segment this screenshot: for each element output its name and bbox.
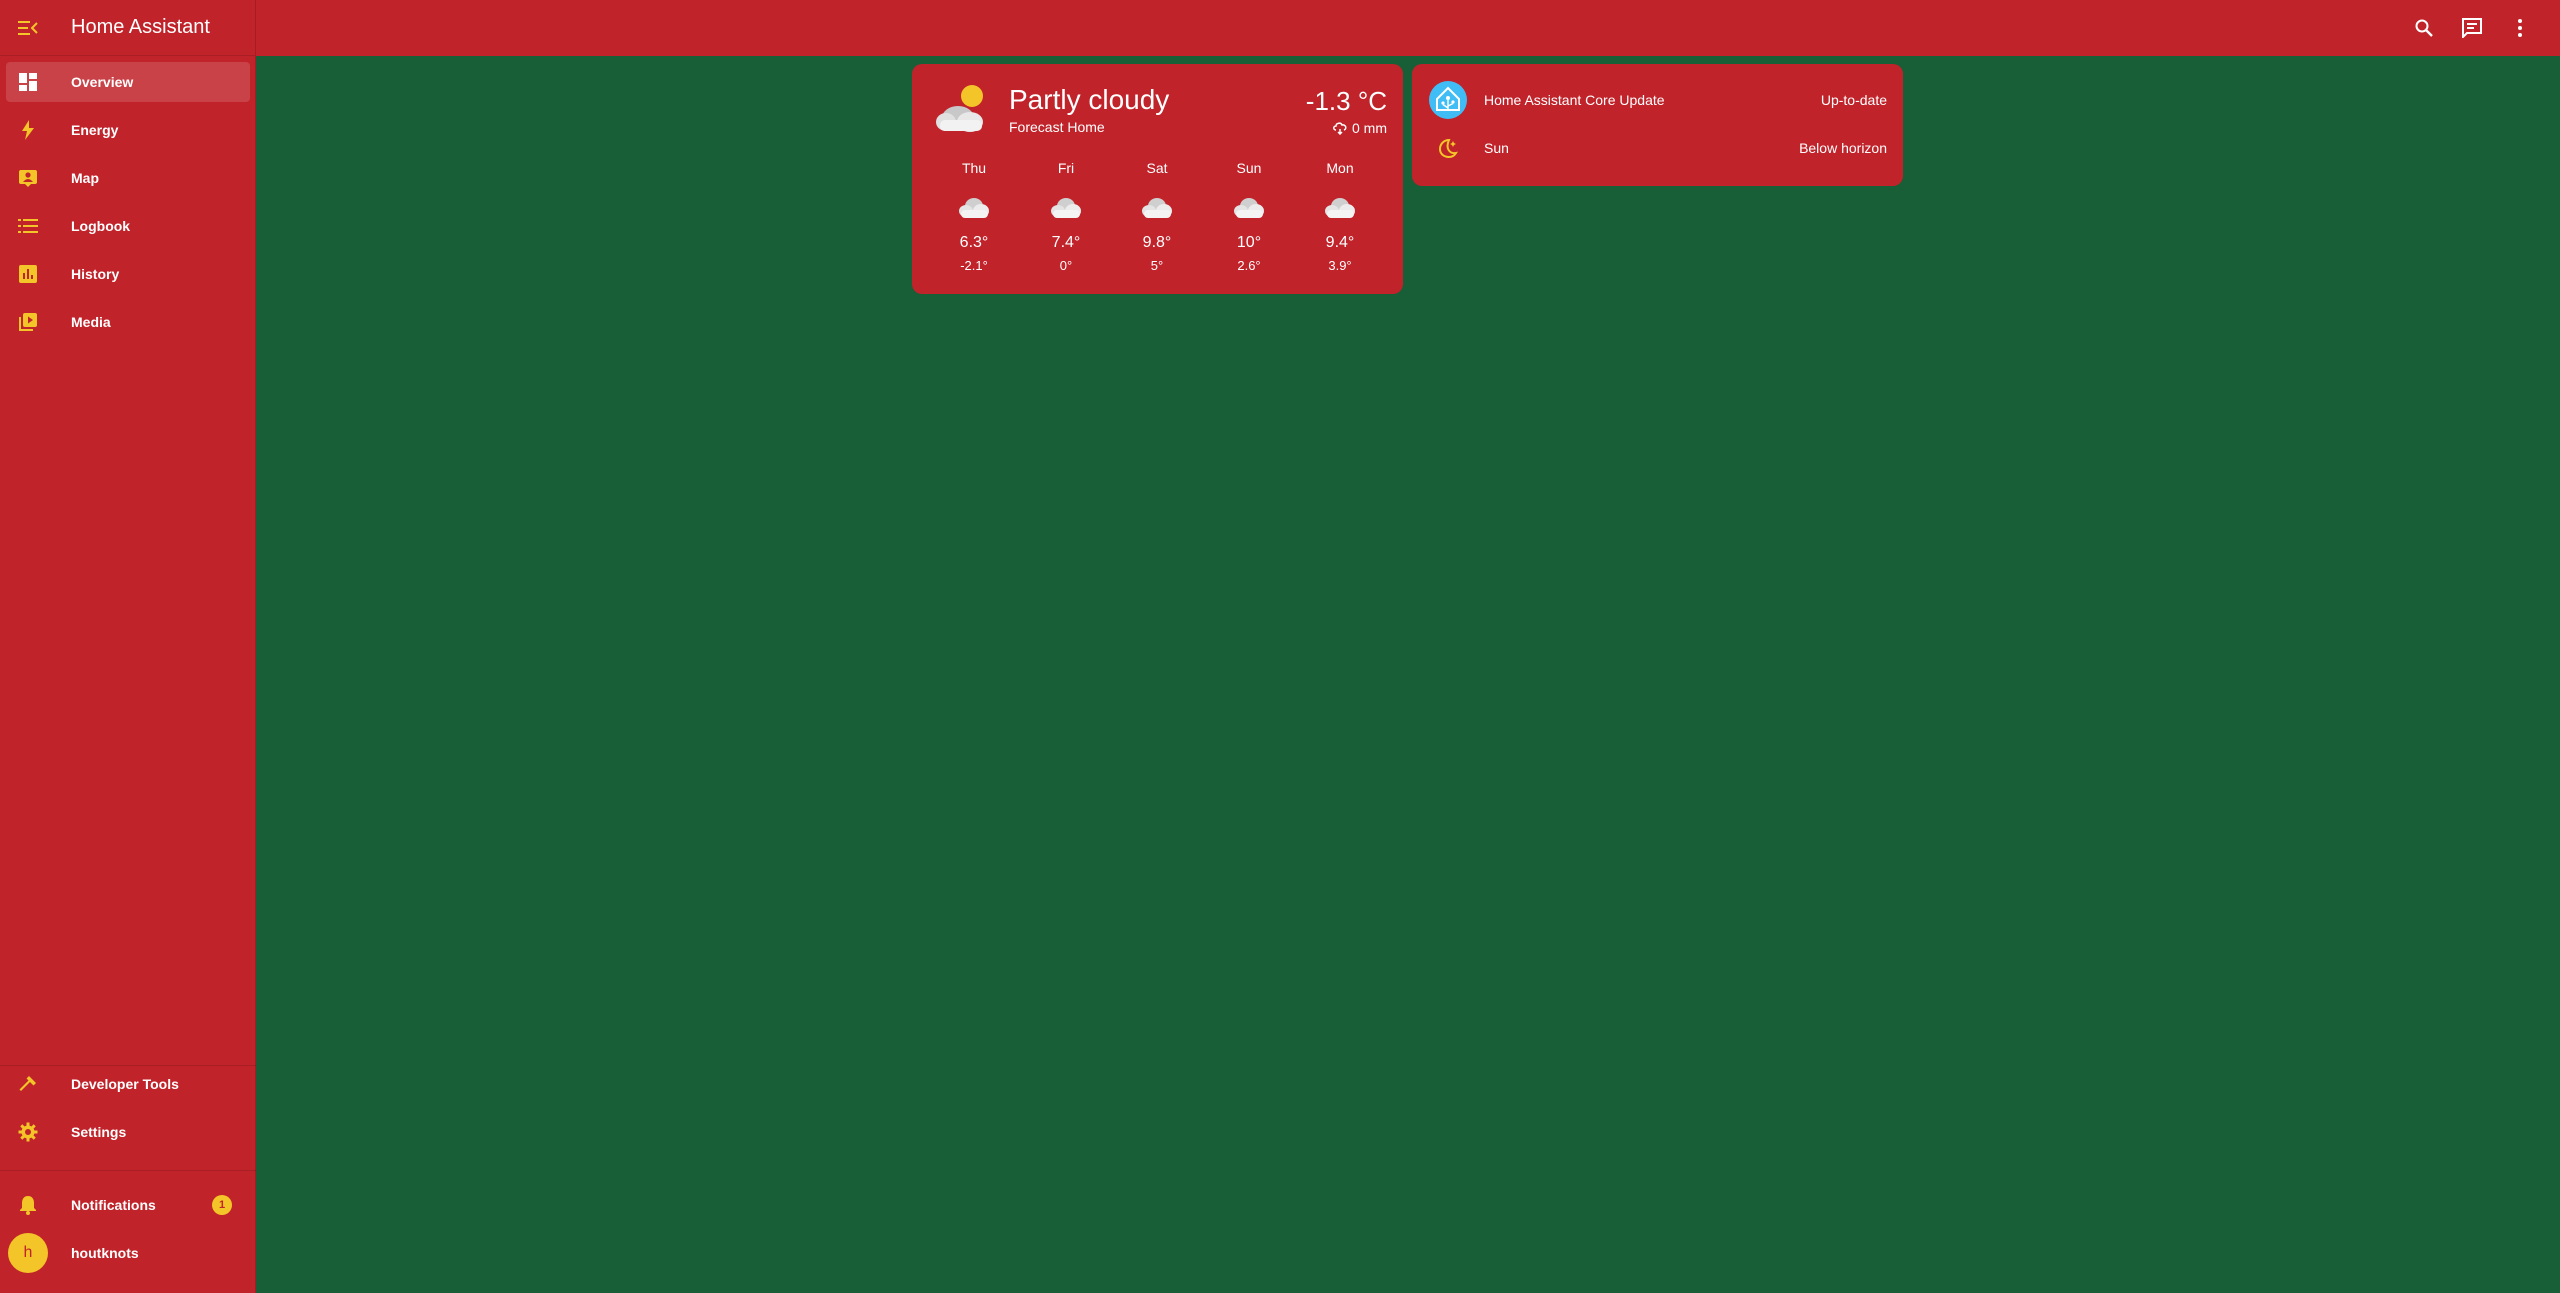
forecast-day-label: Fri [1057,160,1075,176]
forecast-low: -2.1° [960,258,988,273]
cloudy-icon [1234,198,1264,218]
sidebar-item-logbook[interactable]: Logbook [6,206,250,246]
chart-box-icon [16,262,40,286]
forecast-day-label: Mon [1326,160,1354,176]
entity-state: Up-to-date [1820,92,1887,108]
sidebar-item-label: Settings [71,1124,127,1140]
forecast-high: 9.4° [1325,234,1355,251]
sidebar-item-media[interactable]: Media [6,302,250,342]
bell-icon [16,1193,40,1217]
entity-state: Below horizon [1799,140,1887,156]
sidebar-item-label: Developer Tools [71,1076,179,1092]
sidebar-divider [0,1170,256,1171]
hammer-icon [16,1072,40,1096]
cloudy-icon [1142,198,1172,218]
entities-card: Home Assistant Core Update Up-to-date Su… [1412,64,1903,186]
forecast-day-label: Sun [1236,160,1262,176]
cloud-rain-icon [1333,122,1347,135]
sidebar-item-label: Energy [71,122,119,138]
entity-name: Home Assistant Core Update [1484,92,1665,108]
weather-entity-name: Forecast Home [1009,119,1105,135]
forecast-day-label: Sat [1146,160,1168,176]
sidebar-item-developer-tools[interactable]: Developer Tools [6,1064,250,1104]
top-app-bar [256,0,2560,56]
user-name: houtknots [71,1245,139,1261]
cloudy-icon [1325,198,1355,218]
assist-chat-icon[interactable] [2460,16,2484,40]
forecast-high: 7.4° [1051,234,1081,251]
sidebar-item-profile[interactable]: h houtknots [6,1233,250,1273]
menu-collapse-icon[interactable] [16,16,40,40]
sidebar-item-notifications[interactable]: Notifications 1 [6,1185,250,1225]
sidebar-item-history[interactable]: History [6,254,250,294]
weather-temperature: -1.3 °C [1305,86,1387,116]
entity-name: Sun [1484,140,1509,156]
user-avatar: h [8,1233,48,1273]
sidebar-item-map[interactable]: Map [6,158,250,198]
partly-cloudy-icon [936,85,983,132]
cloudy-icon [959,198,989,218]
forecast-day: Fri 7.4° 0° [1036,160,1096,273]
list-icon [16,214,40,238]
sidebar-header: Home Assistant [0,0,255,56]
more-vertical-icon[interactable] [2508,16,2532,40]
sidebar: Home Assistant Overview Energy Map Logbo… [0,0,256,1293]
notification-count-badge: 1 [212,1195,232,1215]
forecast-day: Sat 9.8° 5° [1127,160,1187,273]
forecast-high: 9.8° [1142,234,1172,251]
forecast-low: 3.9° [1328,258,1352,273]
sidebar-item-label: History [71,266,120,282]
entity-row-sun[interactable]: Sun Below horizon [1428,128,1887,168]
weather-forecast-card[interactable]: Partly cloudy Forecast Home -1.3 °C 0 mm… [912,64,1403,294]
sidebar-item-energy[interactable]: Energy [6,110,250,150]
search-icon[interactable] [2412,16,2436,40]
entity-row-core-update[interactable]: Home Assistant Core Update Up-to-date [1428,80,1887,120]
sidebar-item-settings[interactable]: Settings [6,1112,250,1152]
sidebar-item-label: Notifications [71,1197,156,1213]
cog-icon [16,1120,40,1144]
weather-state: Partly cloudy [1009,84,1170,115]
forecast-high: 6.3° [959,234,989,251]
sidebar-item-label: Overview [71,74,134,90]
forecast-day: Thu 6.3° -2.1° [944,160,1004,273]
forecast-low: 0° [1059,258,1073,273]
forecast-high: 10° [1236,234,1262,251]
sidebar-item-label: Logbook [71,218,131,234]
map-account-icon [16,166,40,190]
weather-precipitation: 0 mm [1332,120,1387,136]
weather-night-icon [1428,128,1468,168]
sidebar-item-overview[interactable]: Overview [6,62,250,102]
sidebar-item-label: Map [71,170,99,186]
cloudy-icon [1051,198,1081,218]
dashboard-icon [16,70,40,94]
forecast-day: Mon 9.4° 3.9° [1310,160,1370,273]
app-title: Home Assistant [71,16,210,38]
sidebar-item-label: Media [71,314,111,330]
forecast-low: 5° [1150,258,1164,273]
forecast-day-label: Thu [961,160,987,176]
home-assistant-logo-icon [1428,80,1468,120]
precipitation-value: 0 mm [1352,120,1387,136]
play-box-multiple-icon [16,310,40,334]
forecast-low: 2.6° [1237,258,1261,273]
lightning-bolt-icon [16,118,40,142]
forecast-day: Sun 10° 2.6° [1219,160,1279,273]
